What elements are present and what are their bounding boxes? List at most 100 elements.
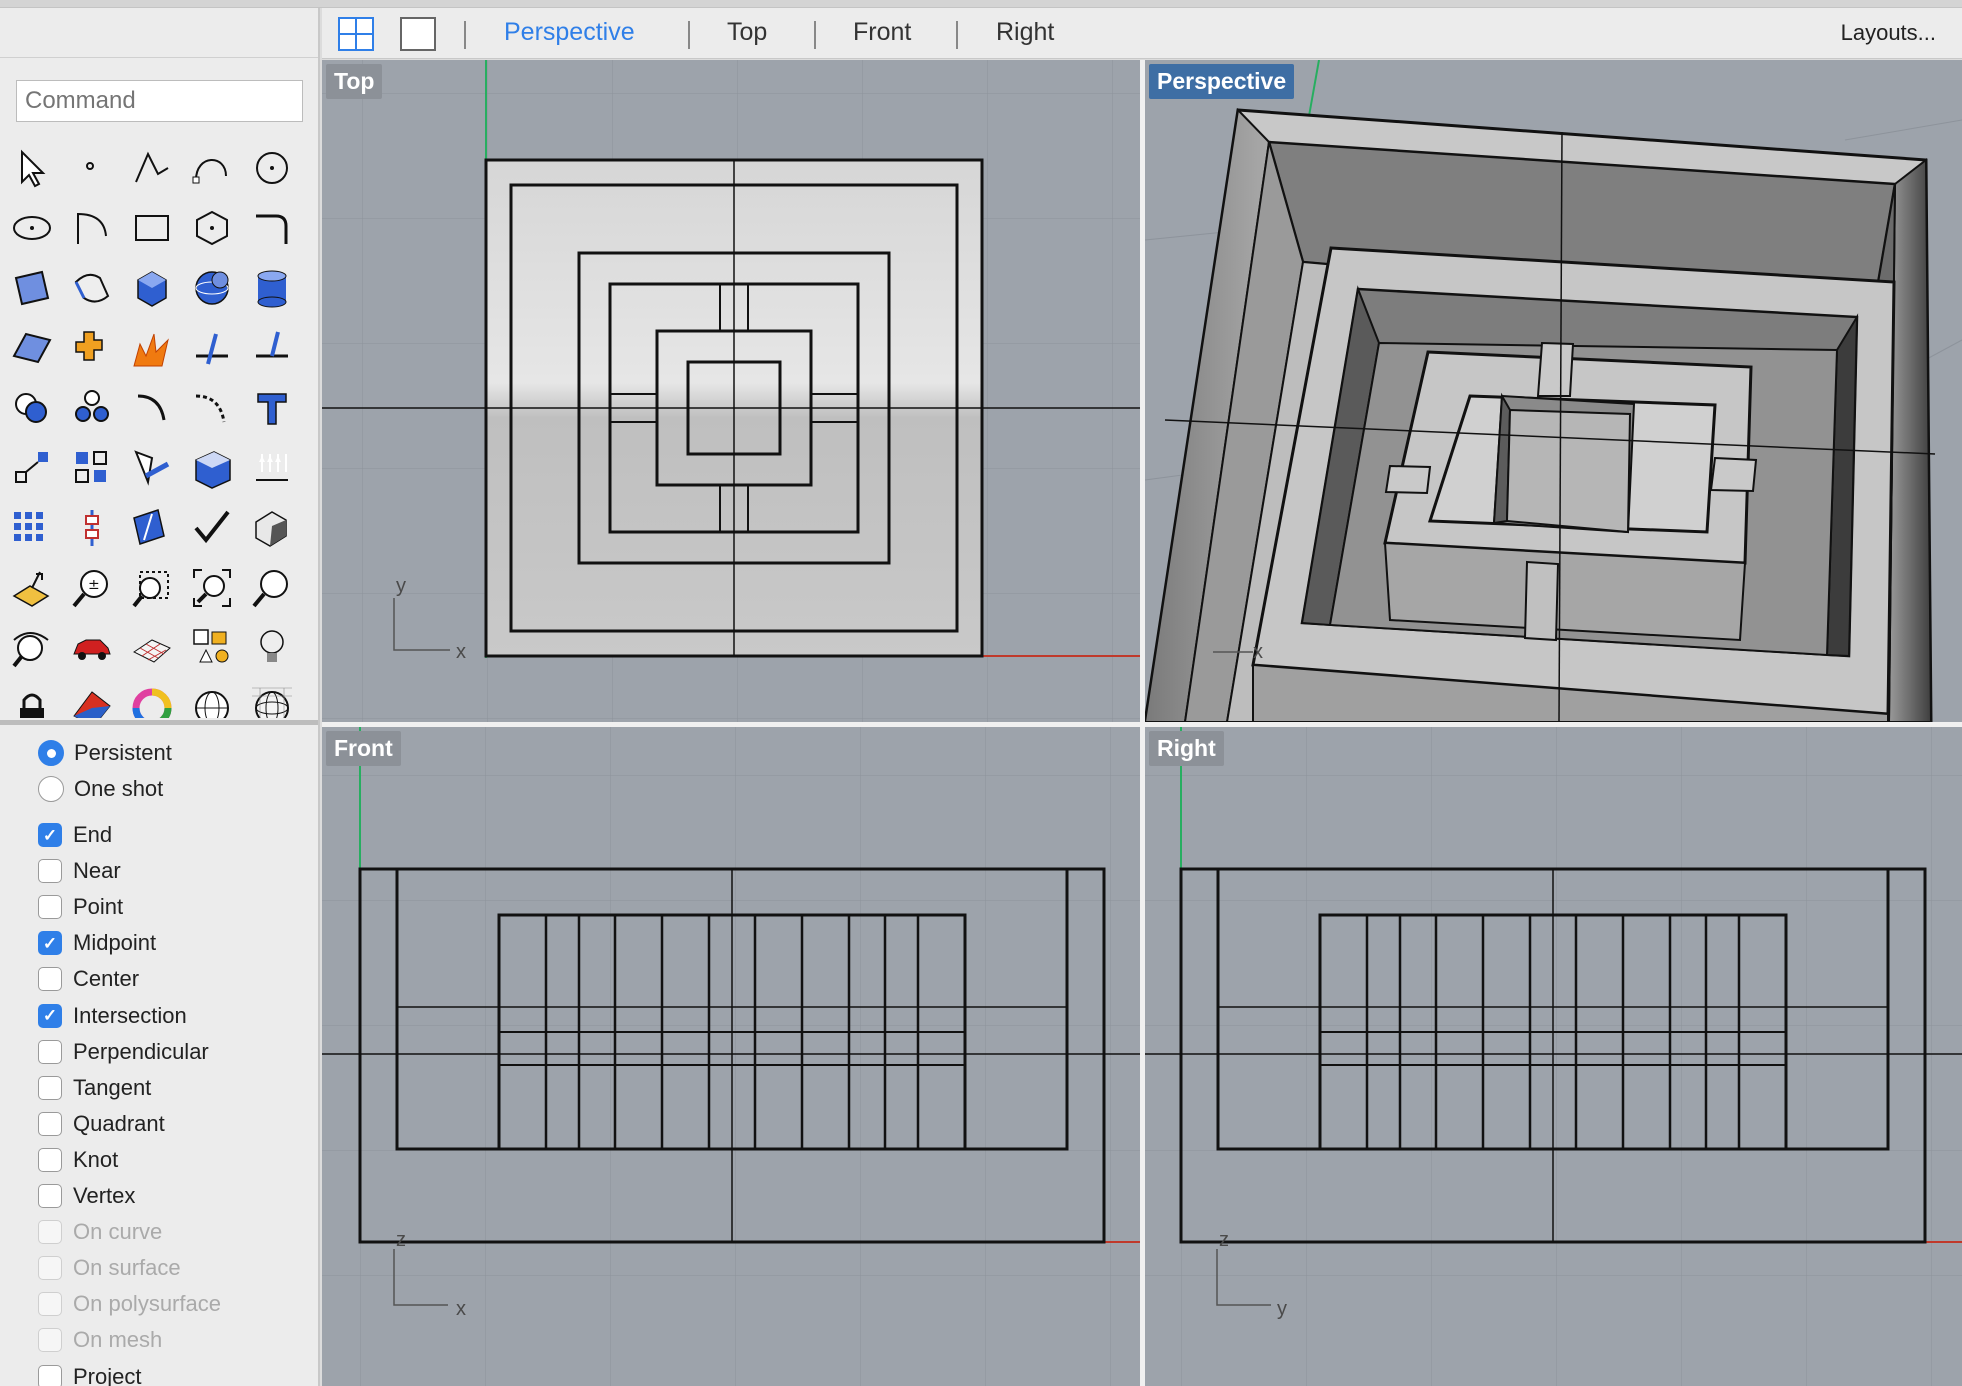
osnap-point[interactable]: Point [38,892,123,922]
zoom-selected-icon[interactable] [246,562,298,616]
single-viewport-icon[interactable] [398,15,438,53]
select-arrow-icon[interactable] [6,142,58,196]
osnap-perpendicular[interactable]: Perpendicular [38,1037,209,1067]
tab-top[interactable]: Top [727,18,767,47]
wire-sphere-icon[interactable] [186,682,238,718]
fillet-icon[interactable] [126,382,178,436]
near-checkbox[interactable] [38,859,62,884]
osnap-knot[interactable]: Knot [38,1145,118,1175]
box-icon[interactable] [126,262,178,316]
sphere-icon[interactable] [186,262,238,316]
project-checkbox[interactable] [38,1364,62,1386]
zoom-window-icon[interactable] [126,562,178,616]
shade-icon[interactable] [246,502,298,556]
polygon-icon[interactable] [186,202,238,256]
surface-extrude-icon[interactable] [66,262,118,316]
vertex-checkbox[interactable] [38,1184,62,1208]
surface-corner-icon[interactable] [6,262,58,316]
tool-palette: ± [0,142,318,718]
mesh-grid-icon[interactable] [126,622,178,676]
circle-icon[interactable] [246,142,298,196]
persistent-radio-button[interactable] [38,740,64,766]
top-viewport-label[interactable]: Top [326,64,383,99]
midpoint-checkbox[interactable]: ✓ [38,931,62,956]
ellipse-icon[interactable] [6,202,58,256]
tab-right[interactable]: Right [996,18,1054,47]
tab-perspective[interactable]: Perspective [504,18,635,47]
osnap-vertex[interactable]: Vertex [38,1181,135,1211]
shapes-icon[interactable] [186,622,238,676]
osnap-intersection[interactable]: ✓ Intersection [38,1001,187,1031]
explode-icon[interactable] [126,322,178,376]
curve-icon[interactable] [186,142,238,196]
point-icon[interactable] [66,142,118,196]
tab-front[interactable]: Front [853,18,911,47]
group-icon[interactable] [66,382,118,436]
cplane-icon[interactable] [6,562,58,616]
cylinder-icon[interactable] [246,262,298,316]
osnap-persistent-radio[interactable]: Persistent [38,738,172,768]
boolean-union-icon[interactable] [6,382,58,436]
dimension-icon[interactable] [246,442,298,496]
knot-checkbox[interactable] [38,1147,62,1172]
edit-points-icon[interactable] [126,442,178,496]
split-icon[interactable] [246,322,298,376]
intersection-checkbox[interactable]: ✓ [38,1003,62,1028]
perpendicular-checkbox[interactable] [38,1039,62,1064]
solid-edit-icon[interactable] [186,442,238,496]
scale-icon[interactable] [6,442,58,496]
fillet-curve-icon[interactable] [246,202,298,256]
end-checkbox[interactable]: ✓ [38,823,62,847]
osnap-end[interactable]: ✓ End [38,820,112,850]
color-wheel-icon[interactable] [126,682,178,718]
check-icon[interactable] [186,502,238,556]
perspective-viewport-label[interactable]: Perspective [1149,64,1295,99]
tab-separator [814,21,816,49]
osnap-near[interactable]: Near [38,856,121,886]
rectangle-icon[interactable] [126,202,178,256]
tab-separator [956,21,958,49]
quadrant-checkbox[interactable] [38,1111,62,1136]
material-icon[interactable] [66,682,118,718]
command-input[interactable] [16,80,303,122]
light-icon[interactable] [246,622,298,676]
oneshot-radio-button[interactable] [38,776,64,802]
osnap-quadrant[interactable]: Quadrant [38,1109,165,1139]
text-icon[interactable] [246,382,298,436]
fin-icon[interactable] [126,502,178,556]
join-icon[interactable] [66,322,118,376]
layouts-button[interactable]: Layouts... [1841,20,1936,46]
osnap-tangent[interactable]: Tangent [38,1073,151,1103]
osnap-center[interactable]: Center [38,964,139,994]
on-mesh-label: On mesh [73,1327,163,1353]
four-viewports-icon[interactable] [336,15,376,53]
chamfer-icon[interactable] [186,382,238,436]
perspective-viewport[interactable]: x Perspective [1145,60,1962,722]
lock-icon[interactable] [6,682,58,718]
right-viewport-label[interactable]: Right [1149,731,1224,766]
point-checkbox[interactable] [38,895,62,920]
osnap-on-surface: On surface [38,1253,181,1283]
plane-surface-icon[interactable] [6,322,58,376]
top-viewport[interactable]: x y Top [322,60,1140,722]
front-viewport-label[interactable]: Front [326,731,401,766]
center-checkbox[interactable] [38,967,62,992]
tangent-checkbox[interactable] [38,1075,62,1100]
osnap-oneshot-radio[interactable]: One shot [38,774,163,804]
osnap-project[interactable]: Project [38,1362,141,1386]
trim-icon[interactable] [186,322,238,376]
gumball-icon[interactable] [66,502,118,556]
arc-icon[interactable] [66,202,118,256]
polyline-icon[interactable] [126,142,178,196]
grid-array-icon[interactable] [6,502,58,556]
zoom-in-icon[interactable]: ± [66,562,118,616]
zoom-extents-icon[interactable] [186,562,238,616]
globe-icon[interactable] [246,682,298,718]
sidebar-splitter[interactable] [0,720,318,725]
array-icon[interactable] [66,442,118,496]
osnap-midpoint[interactable]: ✓ Midpoint [38,928,156,958]
front-viewport[interactable]: x z Front [322,727,1140,1386]
rotate-view-icon[interactable] [6,622,58,676]
right-viewport[interactable]: y z Right [1145,727,1962,1386]
car-icon[interactable] [66,622,118,676]
